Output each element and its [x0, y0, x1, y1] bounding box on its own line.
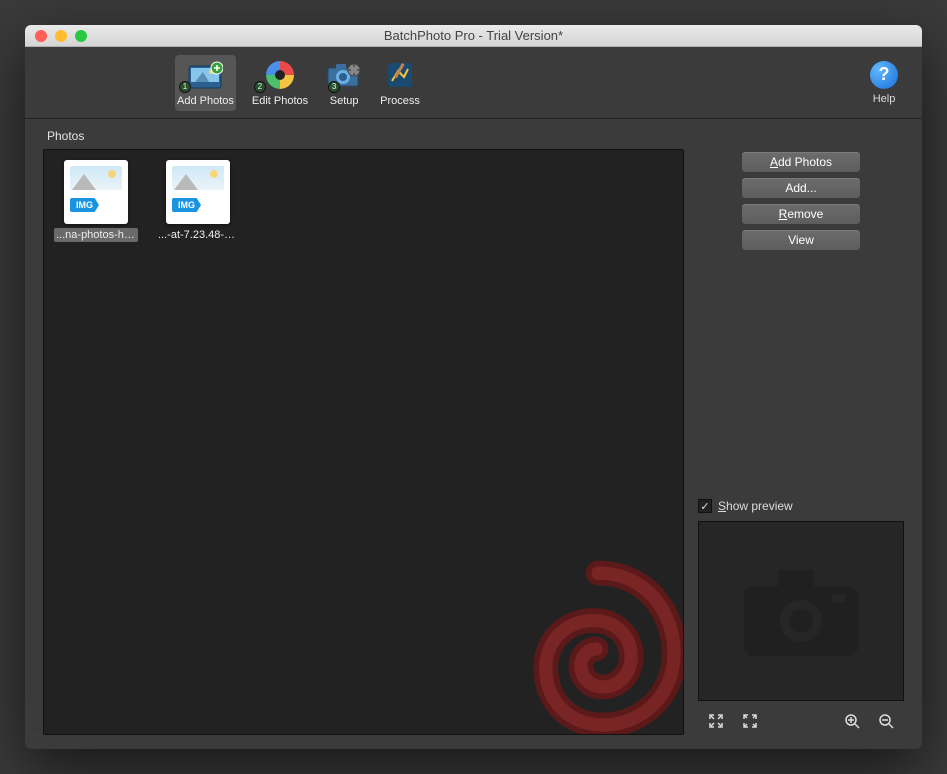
step-number-1: 1 [179, 81, 191, 93]
edit-photos-icon [262, 59, 298, 91]
right-panel: Add Photos Add... Remove View ✓ Show pre… [698, 149, 904, 735]
photo-filename: ...-at-7.23.48-PM [156, 228, 240, 242]
zoom-out-icon[interactable] [878, 713, 894, 729]
step-number-2: 2 [254, 81, 266, 93]
titlebar: BatchPhoto Pro - Trial Version* [25, 25, 922, 47]
step-label: Setup [330, 95, 359, 107]
window-title: BatchPhoto Pro - Trial Version* [25, 28, 922, 43]
img-badge: IMG [70, 198, 99, 212]
view-button[interactable]: View [741, 229, 861, 251]
step-setup[interactable]: 3 Setup [324, 55, 364, 111]
toolbar: 1 Add Photos 2 Edit Photos [25, 47, 922, 119]
photo-thumbnail: IMG [166, 160, 230, 224]
preview-block: ✓ Show preview [698, 499, 904, 735]
photo-item[interactable]: IMG ...na-photos-hero [54, 160, 138, 242]
help-icon: ? [870, 61, 898, 89]
step-number-3: 3 [328, 81, 340, 93]
help-button[interactable]: ? Help [870, 61, 898, 105]
watermark-swirl [503, 554, 684, 735]
photos-section-label: Photos [47, 129, 904, 143]
img-badge: IMG [172, 198, 201, 212]
add-button[interactable]: Add... [741, 177, 861, 199]
minimize-button[interactable] [55, 30, 67, 42]
photo-thumbnail: IMG [64, 160, 128, 224]
zoom-in-icon[interactable] [844, 713, 860, 729]
add-photos-button[interactable]: Add Photos [741, 151, 861, 173]
add-photos-icon [187, 59, 223, 91]
preview-controls [698, 709, 904, 735]
remove-button[interactable]: Remove [741, 203, 861, 225]
process-icon [382, 59, 418, 91]
step-edit-photos[interactable]: 2 Edit Photos [250, 55, 310, 111]
window: BatchPhoto Pro - Trial Version* 1 Add Ph… [25, 25, 922, 749]
fit-to-window-icon[interactable] [708, 713, 724, 729]
content: Photos IMG ...na-photos-hero [25, 119, 922, 749]
show-preview-label: Show preview [718, 499, 793, 513]
photo-grid[interactable]: IMG ...na-photos-hero IMG ...-at-7.23.48… [43, 149, 684, 735]
action-buttons: Add Photos Add... Remove View [698, 151, 904, 251]
show-preview-checkbox[interactable]: ✓ [698, 499, 712, 513]
toolbar-steps: 1 Add Photos 2 Edit Photos [175, 55, 422, 111]
photo-filename: ...na-photos-hero [54, 228, 138, 242]
maximize-button[interactable] [75, 30, 87, 42]
traffic-lights [25, 30, 87, 42]
help-label: Help [873, 93, 896, 105]
step-label: Add Photos [177, 95, 234, 107]
step-label: Edit Photos [252, 95, 308, 107]
camera-placeholder-icon [736, 556, 866, 666]
step-add-photos[interactable]: 1 Add Photos [175, 55, 236, 111]
close-button[interactable] [35, 30, 47, 42]
fullscreen-icon[interactable] [742, 713, 758, 729]
main-row: IMG ...na-photos-hero IMG ...-at-7.23.48… [43, 149, 904, 735]
step-process[interactable]: Process [378, 55, 422, 111]
show-preview-row: ✓ Show preview [698, 499, 904, 513]
preview-box [698, 521, 904, 701]
photo-item[interactable]: IMG ...-at-7.23.48-PM [156, 160, 240, 242]
step-label: Process [380, 95, 420, 107]
